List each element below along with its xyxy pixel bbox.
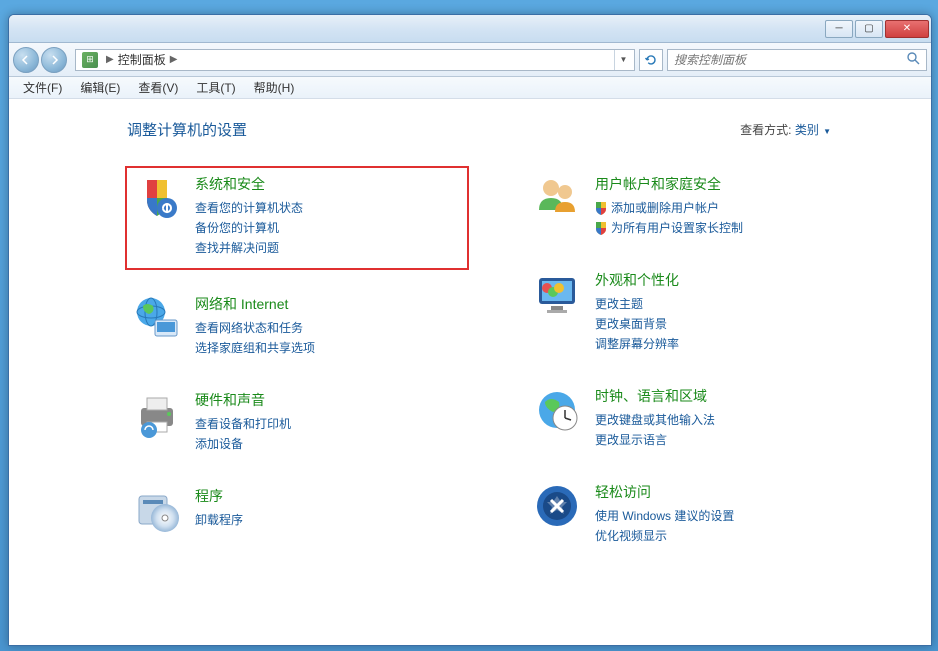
category-clock-region: 时钟、语言和区域更改键盘或其他输入法更改显示语言 bbox=[527, 380, 867, 456]
view-by-dropdown[interactable]: 类别 ▼ bbox=[795, 123, 831, 137]
back-button[interactable] bbox=[13, 47, 39, 73]
globe-icon bbox=[133, 294, 181, 342]
category-body: 硬件和声音查看设备和打印机添加设备 bbox=[195, 390, 461, 454]
category-sublink[interactable]: 备份您的计算机 bbox=[195, 218, 461, 238]
printer-icon bbox=[133, 390, 181, 438]
content-header: 调整计算机的设置 查看方式: 类别 ▼ bbox=[127, 119, 931, 140]
categories-right-column: 用户帐户和家庭安全添加或删除用户帐户为所有用户设置家长控制外观和个性化更改主题更… bbox=[527, 168, 867, 552]
category-sublink[interactable]: 添加或删除用户帐户 bbox=[595, 198, 861, 218]
category-title-link[interactable]: 网络和 Internet bbox=[195, 294, 461, 314]
category-sublink[interactable]: 更改键盘或其他输入法 bbox=[595, 410, 861, 430]
address-bar[interactable]: ⊞ ▶ 控制面板 ▶ ▼ bbox=[75, 49, 635, 71]
search-input[interactable] bbox=[674, 53, 907, 67]
category-sublink[interactable]: 为所有用户设置家长控制 bbox=[595, 218, 861, 238]
content-area: 调整计算机的设置 查看方式: 类别 ▼ 系统和安全查看您的计算机状态备份您的计算… bbox=[9, 99, 931, 645]
category-sublink[interactable]: 添加设备 bbox=[195, 434, 461, 454]
forward-button[interactable] bbox=[41, 47, 67, 73]
view-by-label: 查看方式: bbox=[740, 123, 791, 137]
search-box[interactable] bbox=[667, 49, 927, 71]
category-ease-access: 轻松访问使用 Windows 建议的设置优化视频显示 bbox=[527, 476, 867, 552]
category-title-link[interactable]: 外观和个性化 bbox=[595, 270, 861, 290]
nav-history-buttons bbox=[13, 47, 67, 73]
disc-icon bbox=[133, 486, 181, 534]
view-by-control: 查看方式: 类别 ▼ bbox=[740, 121, 831, 138]
search-icon[interactable] bbox=[907, 52, 920, 68]
ease-icon bbox=[533, 482, 581, 530]
category-network-internet: 网络和 Internet 查看网络状态和任务选择家庭组和共享选项 bbox=[127, 288, 467, 364]
menu-file[interactable]: 文件(F) bbox=[15, 77, 70, 98]
clock-icon bbox=[533, 386, 581, 434]
window-buttons: ─ ▢ ✕ bbox=[823, 20, 929, 38]
category-appearance: 外观和个性化更改主题更改桌面背景调整屏幕分辨率 bbox=[527, 264, 867, 360]
breadcrumb-separator-icon: ▶ bbox=[106, 54, 114, 65]
categories-grid: 系统和安全查看您的计算机状态备份您的计算机查找并解决问题网络和 Internet… bbox=[127, 168, 931, 552]
category-title-link[interactable]: 用户帐户和家庭安全 bbox=[595, 174, 861, 194]
control-panel-window: ─ ▢ ✕ ⊞ ▶ 控制面板 ▶ ▼ bbox=[8, 14, 932, 646]
arrow-right-icon bbox=[49, 55, 59, 65]
monitor-icon bbox=[533, 270, 581, 318]
category-body: 系统和安全查看您的计算机状态备份您的计算机查找并解决问题 bbox=[195, 174, 461, 258]
category-title-link[interactable]: 系统和安全 bbox=[195, 174, 461, 194]
category-title-link[interactable]: 程序 bbox=[195, 486, 461, 506]
category-sublink[interactable]: 更改显示语言 bbox=[595, 430, 861, 450]
category-system-security: 系统和安全查看您的计算机状态备份您的计算机查找并解决问题 bbox=[125, 166, 469, 270]
category-sublink[interactable]: 卸载程序 bbox=[195, 510, 461, 530]
category-title-link[interactable]: 轻松访问 bbox=[595, 482, 861, 502]
category-body: 时钟、语言和区域更改键盘或其他输入法更改显示语言 bbox=[595, 386, 861, 450]
category-body: 用户帐户和家庭安全添加或删除用户帐户为所有用户设置家长控制 bbox=[595, 174, 861, 238]
minimize-button[interactable]: ─ bbox=[825, 20, 853, 38]
category-sublink[interactable]: 查看网络状态和任务 bbox=[195, 318, 461, 338]
menu-help[interactable]: 帮助(H) bbox=[246, 77, 303, 98]
titlebar: ─ ▢ ✕ bbox=[9, 15, 931, 43]
category-user-accounts: 用户帐户和家庭安全添加或删除用户帐户为所有用户设置家长控制 bbox=[527, 168, 867, 244]
category-sublink[interactable]: 查找并解决问题 bbox=[195, 238, 461, 258]
categories-left-column: 系统和安全查看您的计算机状态备份您的计算机查找并解决问题网络和 Internet… bbox=[127, 168, 467, 552]
shield-icon bbox=[133, 174, 181, 222]
menu-edit[interactable]: 编辑(E) bbox=[72, 77, 128, 98]
page-title: 调整计算机的设置 bbox=[127, 119, 247, 140]
category-sublink[interactable]: 查看设备和打印机 bbox=[195, 414, 461, 434]
category-title-link[interactable]: 时钟、语言和区域 bbox=[595, 386, 861, 406]
category-sublink[interactable]: 查看您的计算机状态 bbox=[195, 198, 461, 218]
menu-bar: 文件(F) 编辑(E) 查看(V) 工具(T) 帮助(H) bbox=[9, 77, 931, 99]
category-body: 网络和 Internet 查看网络状态和任务选择家庭组和共享选项 bbox=[195, 294, 461, 358]
category-sublink[interactable]: 使用 Windows 建议的设置 bbox=[595, 506, 861, 526]
category-sublink[interactable]: 优化视频显示 bbox=[595, 526, 861, 546]
navigation-bar: ⊞ ▶ 控制面板 ▶ ▼ bbox=[9, 43, 931, 77]
close-button[interactable]: ✕ bbox=[885, 20, 929, 38]
category-sublink[interactable]: 更改桌面背景 bbox=[595, 314, 861, 334]
arrow-left-icon bbox=[21, 55, 31, 65]
control-panel-icon: ⊞ bbox=[82, 52, 98, 68]
maximize-button[interactable]: ▢ bbox=[855, 20, 883, 38]
menu-tools[interactable]: 工具(T) bbox=[188, 77, 243, 98]
category-hardware-sound: 硬件和声音查看设备和打印机添加设备 bbox=[127, 384, 467, 460]
category-sublink[interactable]: 选择家庭组和共享选项 bbox=[195, 338, 461, 358]
category-programs: 程序卸载程序 bbox=[127, 480, 467, 540]
category-sublink[interactable]: 调整屏幕分辨率 bbox=[595, 334, 861, 354]
category-body: 程序卸载程序 bbox=[195, 486, 461, 534]
breadcrumb-item[interactable]: 控制面板 bbox=[118, 51, 166, 68]
category-sublink[interactable]: 更改主题 bbox=[595, 294, 861, 314]
users-icon bbox=[533, 174, 581, 222]
chevron-down-icon: ▼ bbox=[821, 127, 831, 136]
menu-view[interactable]: 查看(V) bbox=[130, 77, 186, 98]
refresh-icon bbox=[644, 53, 658, 67]
uac-shield-icon bbox=[595, 201, 607, 215]
category-body: 外观和个性化更改主题更改桌面背景调整屏幕分辨率 bbox=[595, 270, 861, 354]
breadcrumb-separator-icon: ▶ bbox=[170, 54, 178, 65]
category-title-link[interactable]: 硬件和声音 bbox=[195, 390, 461, 410]
refresh-button[interactable] bbox=[639, 49, 663, 71]
uac-shield-icon bbox=[595, 221, 607, 235]
category-body: 轻松访问使用 Windows 建议的设置优化视频显示 bbox=[595, 482, 861, 546]
address-dropdown-button[interactable]: ▼ bbox=[614, 50, 632, 70]
